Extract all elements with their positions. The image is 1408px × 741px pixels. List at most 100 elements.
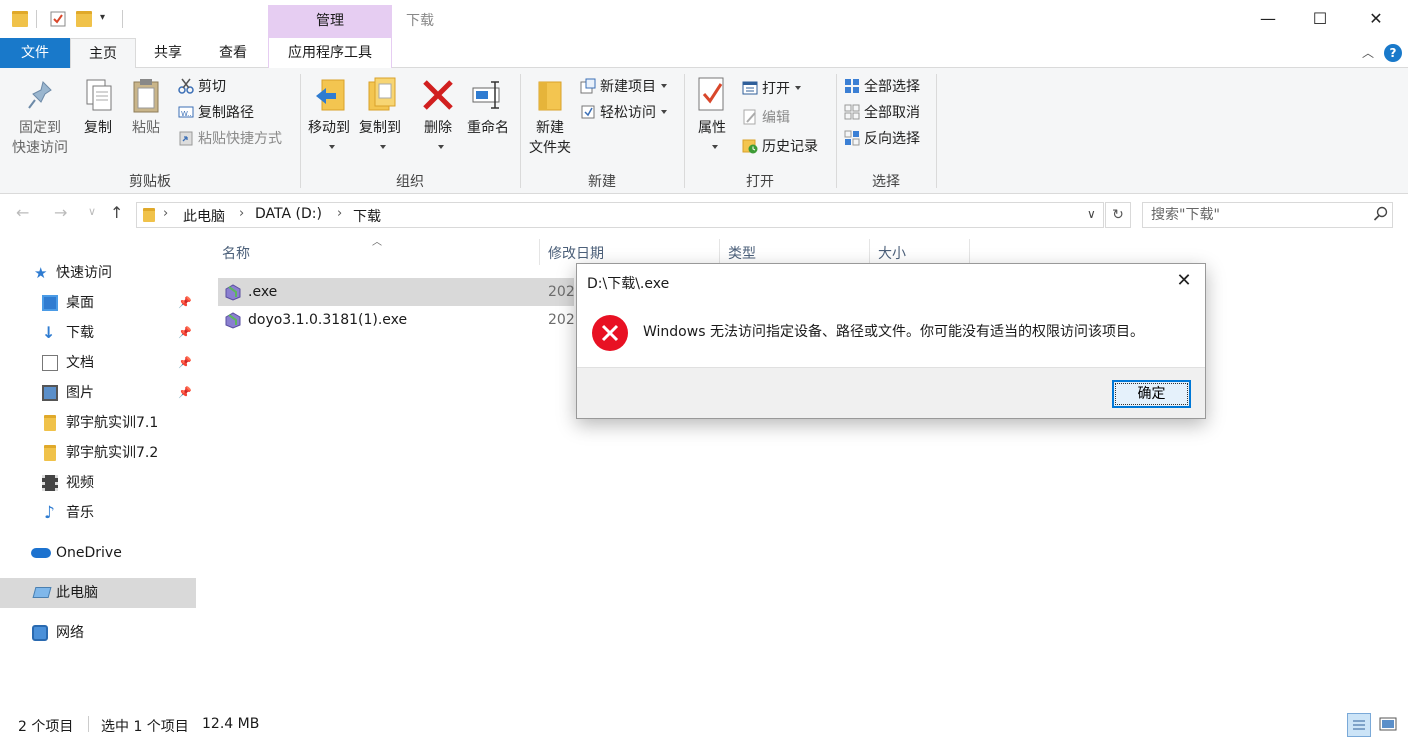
open-label: 打开	[762, 81, 790, 97]
table-row[interactable]: .exe 202	[218, 278, 575, 306]
column-header-date[interactable]: 修改日期	[548, 243, 604, 263]
delete-caret	[418, 138, 458, 158]
breadcrumb-this-pc[interactable]: 此电脑	[183, 206, 225, 226]
collapse-ribbon-icon[interactable]: ︿	[1362, 44, 1374, 61]
help-icon[interactable]: ?	[1384, 44, 1402, 62]
context-tab-manage[interactable]: 管理	[268, 5, 392, 38]
dialog-title: D:\下载\.exe	[587, 276, 670, 292]
address-bar[interactable]: › 此电脑 › DATA (D:) › 下载 ∨	[136, 202, 1104, 228]
tab-home[interactable]: 主页	[70, 38, 136, 69]
sidebar-item-downloads[interactable]: ↓ 下载 📌	[0, 318, 196, 348]
close-button[interactable]: ✕	[1350, 0, 1402, 38]
minimize-button[interactable]: —	[1242, 0, 1294, 38]
copy-to-button[interactable]: 复制到	[356, 76, 404, 158]
sidebar-item-label: 此电脑	[56, 585, 98, 601]
sidebar-item-quick-access[interactable]: ★ 快速访问	[0, 258, 196, 288]
breadcrumb-downloads[interactable]: 下载	[353, 206, 381, 226]
sidebar-item-desktop[interactable]: 桌面 📌	[0, 288, 196, 318]
new-folder-quick-icon[interactable]	[76, 11, 92, 27]
column-header-size[interactable]: 大小	[878, 243, 906, 263]
tab-view[interactable]: 查看	[200, 38, 266, 68]
search-input[interactable]	[1143, 203, 1363, 227]
breadcrumb-separator-icon[interactable]: ›	[239, 206, 244, 221]
divider[interactable]	[539, 239, 540, 265]
paste-label: 粘贴	[132, 120, 160, 136]
item-count: 2 个项目	[18, 719, 74, 735]
move-to-icon	[312, 76, 346, 114]
sidebar-item-onedrive[interactable]: OneDrive	[0, 538, 196, 568]
dialog-close-button[interactable]: ✕	[1173, 270, 1195, 292]
details-view-icon[interactable]	[1347, 713, 1371, 737]
pin-to-quick-access-button[interactable]: 固定到 快速访问	[6, 76, 74, 158]
desktop-icon	[42, 295, 58, 311]
sidebar-item-folder-7-1[interactable]: 郭宇航实训7.1	[0, 408, 196, 438]
sort-ascending-icon: ︿	[372, 237, 382, 248]
sidebar-item-music[interactable]: ♪ 音乐	[0, 498, 196, 528]
refresh-icon[interactable]: ↻	[1105, 202, 1131, 228]
ok-button[interactable]: 确定	[1112, 380, 1191, 408]
divider[interactable]	[969, 239, 970, 265]
forward-arrow-icon[interactable]: →	[54, 203, 67, 222]
pin-icon[interactable]: 📌	[178, 288, 192, 318]
properties-quick-icon[interactable]	[50, 11, 66, 27]
sidebar-item-pictures[interactable]: 图片 📌	[0, 378, 196, 408]
search-box[interactable]	[1142, 202, 1393, 228]
sidebar-item-documents[interactable]: 文档 📌	[0, 348, 196, 378]
properties-icon	[695, 76, 729, 114]
new-folder-button[interactable]: 新建 文件夹	[526, 76, 574, 158]
sidebar-item-network[interactable]: 网络	[0, 618, 196, 648]
divider	[88, 716, 89, 732]
pin-icon[interactable]: 📌	[178, 348, 192, 378]
history-button[interactable]: 历史记录	[742, 136, 818, 158]
address-dropdown-chevron-icon[interactable]: ∨	[1087, 207, 1096, 221]
copy-button[interactable]: 复制	[78, 76, 118, 138]
table-row[interactable]: doyo3.1.0.3181(1).exe 202	[218, 306, 575, 334]
tab-app-tools[interactable]: 应用程序工具	[268, 38, 392, 68]
recent-locations-chevron-icon[interactable]: ∨	[88, 205, 96, 218]
edit-button[interactable]: 编辑	[742, 107, 790, 129]
breadcrumb-drive[interactable]: DATA (D:)	[255, 206, 322, 222]
breadcrumb-separator-icon[interactable]: ›	[163, 206, 168, 221]
properties-button[interactable]: 属性	[692, 76, 732, 158]
easy-access-label: 轻松访问	[600, 105, 656, 121]
tab-file[interactable]: 文件	[0, 38, 70, 68]
maximize-button[interactable]: ☐	[1294, 0, 1346, 38]
divider[interactable]	[719, 239, 720, 265]
sidebar-item-this-pc[interactable]: 此电脑	[0, 578, 196, 608]
selection-size: 12.4 MB	[202, 716, 260, 732]
move-to-button[interactable]: 移动到	[305, 76, 353, 158]
copy-path-button[interactable]: W.. 复制路径	[178, 102, 254, 124]
back-arrow-icon[interactable]: ←	[16, 203, 29, 222]
sidebar-item-folder-7-2[interactable]: 郭宇航实训7.2	[0, 438, 196, 468]
tab-share[interactable]: 共享	[136, 38, 200, 68]
sidebar-item-label: OneDrive	[56, 545, 122, 561]
pin-icon[interactable]: 📌	[178, 378, 192, 408]
column-header-name[interactable]: 名称	[222, 243, 250, 263]
search-icon[interactable]	[1373, 206, 1389, 226]
breadcrumb-separator-icon[interactable]: ›	[337, 206, 342, 221]
open-button[interactable]: 打开	[742, 78, 801, 100]
file-date: 202	[548, 284, 575, 300]
select-none-button[interactable]: 全部取消	[844, 102, 920, 124]
folder-icon	[143, 208, 155, 222]
cut-button[interactable]: 剪切	[178, 76, 226, 98]
pin-label-1: 固定到	[19, 120, 61, 136]
file-name: doyo3.1.0.3181(1).exe	[248, 312, 408, 328]
invert-selection-button[interactable]: 反向选择	[844, 128, 920, 150]
paste-button[interactable]: 粘贴	[126, 76, 166, 138]
up-arrow-icon[interactable]: ↑	[110, 203, 123, 222]
select-all-button[interactable]: 全部选择	[844, 76, 920, 98]
divider[interactable]	[869, 239, 870, 265]
new-item-button[interactable]: 新建项目	[580, 76, 667, 98]
delete-button[interactable]: 删除	[418, 76, 458, 158]
paste-shortcut-button[interactable]: 粘贴快捷方式	[178, 128, 282, 150]
easy-access-button[interactable]: 轻松访问	[580, 102, 667, 124]
edit-icon	[742, 109, 758, 125]
customize-quick-access-icon[interactable]: ▾	[100, 12, 105, 23]
pin-icon[interactable]: 📌	[178, 318, 192, 348]
large-icons-view-icon[interactable]	[1378, 714, 1398, 734]
installer-icon	[224, 283, 242, 301]
column-header-type[interactable]: 类型	[728, 243, 756, 263]
sidebar-item-videos[interactable]: 视频	[0, 468, 196, 498]
rename-button[interactable]: 重命名	[464, 76, 512, 138]
